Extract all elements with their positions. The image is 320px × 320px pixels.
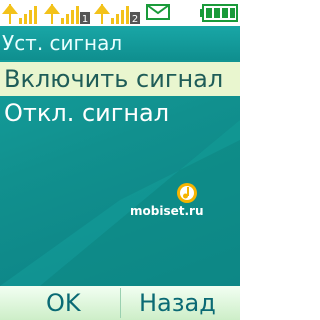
signal-sim1-icon: 1 <box>44 4 90 24</box>
menu-item-enable-alarm[interactable]: Включить сигнал <box>0 62 240 96</box>
phone-screen: 1 2 Уст. сигнал Включить сигнал Откл. си… <box>0 0 240 320</box>
sim2-label: 2 <box>132 14 138 24</box>
menu-item-disable-alarm[interactable]: Откл. сигнал <box>0 96 240 130</box>
back-softkey[interactable]: Назад <box>139 286 216 320</box>
screen-title: Уст. сигнал <box>0 26 240 60</box>
signal-sim2-icon: 2 <box>94 4 140 24</box>
battery-icon <box>200 4 238 22</box>
watermark-text: mobiset.ru <box>130 204 204 218</box>
sim1-label: 1 <box>82 14 88 24</box>
ok-softkey[interactable]: OK <box>46 286 81 320</box>
softkey-bar: OK Назад <box>0 286 240 320</box>
status-bar: 1 2 <box>0 0 240 26</box>
watermark: mobiset.ru <box>130 182 230 238</box>
envelope-icon <box>146 4 170 20</box>
signal-icon <box>2 4 37 24</box>
music-note-icon <box>177 183 197 203</box>
softkey-divider <box>120 288 121 318</box>
